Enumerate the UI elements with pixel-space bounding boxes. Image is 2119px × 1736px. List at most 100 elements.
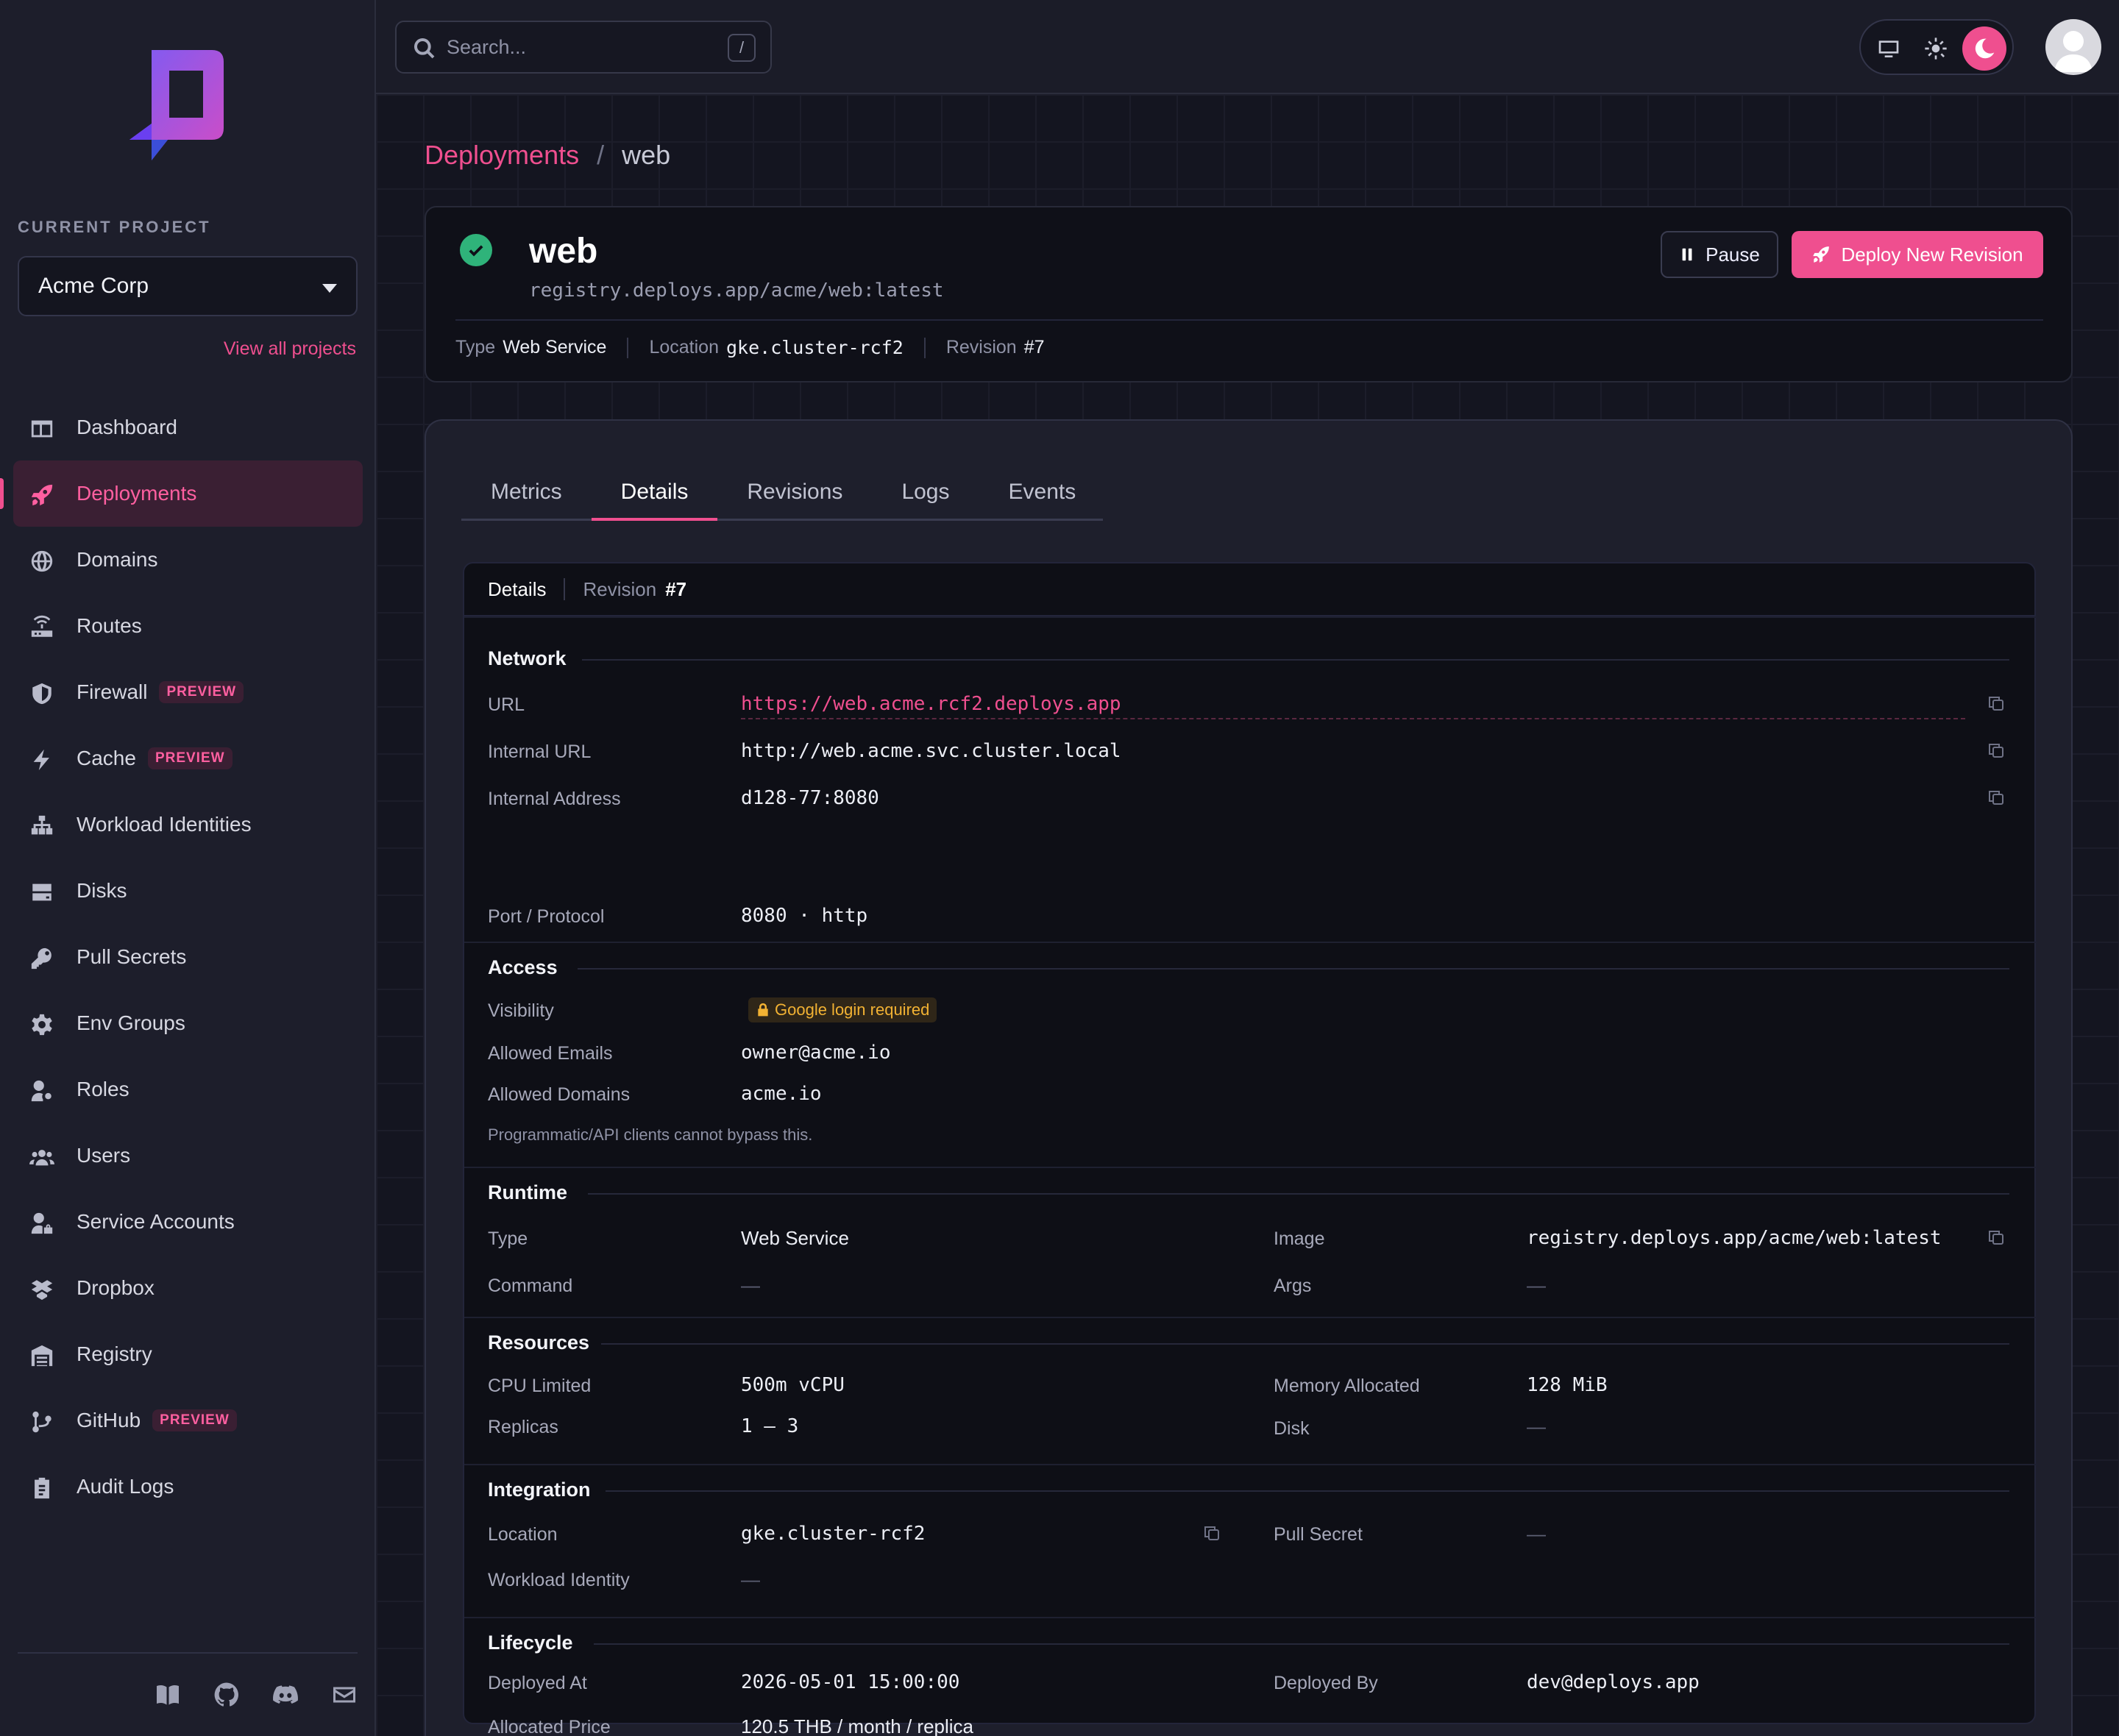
sidebar-item-cache[interactable]: Cache PREVIEW xyxy=(0,725,376,791)
internal-address-label: Internal Address xyxy=(488,789,621,809)
sidebar-item-disks[interactable]: Disks xyxy=(0,858,376,924)
integration-section: Integration Location gke.cluster-rcf2 Pu… xyxy=(464,1464,2037,1617)
revision-label: Revision xyxy=(583,577,657,600)
sidebar-item-firewall[interactable]: Firewall PREVIEW xyxy=(0,659,376,725)
tab-metrics[interactable]: Metrics xyxy=(461,465,592,519)
branch-icon xyxy=(32,1411,52,1433)
sidebar-item-label: Domains xyxy=(77,548,158,571)
sidebar-item-pull-secrets[interactable]: Pull Secrets xyxy=(0,924,376,990)
url-link[interactable]: https://web.acme.rcf2.deploys.app xyxy=(741,693,1121,715)
disk-label: Disk xyxy=(1274,1418,1310,1439)
meta-revision-value: #7 xyxy=(1023,337,1045,357)
dashboard-icon xyxy=(31,420,53,438)
workload-identity-value: — xyxy=(741,1568,760,1590)
discord-icon[interactable] xyxy=(272,1682,299,1708)
pull-secret-label: Pull Secret xyxy=(1274,1524,1363,1545)
shield-icon xyxy=(32,683,52,705)
sidebar-item-label: GitHub xyxy=(77,1409,141,1431)
visibility-value: Google login required xyxy=(775,1000,930,1019)
sidebar-item-audit-logs[interactable]: Audit Logs xyxy=(0,1454,376,1520)
section-rule xyxy=(594,1643,2009,1645)
sidebar-item-dropbox[interactable]: Dropbox xyxy=(0,1255,376,1321)
deploy-label: Deploy New Revision xyxy=(1841,243,2023,266)
search-input[interactable]: Search... / xyxy=(395,21,772,74)
tab-bar: Metrics Details Revisions Logs Events xyxy=(461,465,1103,521)
tab-details[interactable]: Details xyxy=(591,465,718,521)
deployment-detail-card: Metrics Details Revisions Logs Events De… xyxy=(425,419,2073,1736)
port-label: Port / Protocol xyxy=(488,906,605,927)
cpu-value: 500m vCPU xyxy=(741,1374,845,1396)
section-title: Runtime xyxy=(488,1181,567,1203)
section-rule xyxy=(582,659,2009,661)
sidebar-item-github[interactable]: GitHub PREVIEW xyxy=(0,1387,376,1454)
sidebar-item-deployments[interactable]: Deployments xyxy=(0,460,363,527)
deployed-at-label: Deployed At xyxy=(488,1673,587,1693)
search-placeholder: Search... xyxy=(447,35,527,58)
sidebar: CURRENT PROJECT Acme Corp View all proje… xyxy=(0,0,376,1736)
users-icon xyxy=(29,1150,54,1166)
caret-down-icon xyxy=(322,284,337,293)
workload-identity-label: Workload Identity xyxy=(488,1570,630,1590)
tab-logs[interactable]: Logs xyxy=(872,465,979,519)
moon-icon xyxy=(1975,38,1995,59)
book-icon[interactable] xyxy=(155,1682,181,1708)
sidebar-item-env-groups[interactable]: Env Groups xyxy=(0,990,376,1056)
theme-light-button[interactable] xyxy=(1914,26,1958,71)
sidebar-item-workload-identities[interactable]: Workload Identities xyxy=(0,791,376,858)
project-name: Acme Corp xyxy=(38,274,149,298)
sidebar-item-domains[interactable]: Domains xyxy=(0,527,376,593)
sidebar-item-label: Users xyxy=(77,1144,131,1167)
view-all-projects-link[interactable]: View all projects xyxy=(224,338,356,360)
pause-button[interactable]: Pause xyxy=(1661,231,1778,278)
sidebar-item-users[interactable]: Users xyxy=(0,1123,376,1189)
sidebar-item-roles[interactable]: Roles xyxy=(0,1056,376,1123)
monitor-icon xyxy=(1878,40,1899,57)
section-title: Resources xyxy=(488,1331,590,1353)
sidebar-item-registry[interactable]: Registry xyxy=(0,1321,376,1387)
topbar: Search... / xyxy=(376,0,2119,94)
tab-events[interactable]: Events xyxy=(979,465,1106,519)
theme-system-button[interactable] xyxy=(1867,26,1911,71)
allocated-price-label: Allocated Price xyxy=(488,1717,611,1736)
user-avatar-icon xyxy=(2054,31,2093,72)
sidebar-item-label: Deployments xyxy=(77,482,197,505)
runtime-command-value: — xyxy=(741,1274,760,1296)
network-section: Network URL https://web.acme.rcf2.deploy… xyxy=(464,616,2037,809)
cpu-label: CPU Limited xyxy=(488,1376,592,1396)
section-title: Integration xyxy=(488,1479,591,1501)
theme-toggle xyxy=(1859,19,2014,75)
sidebar-item-dashboard[interactable]: Dashboard xyxy=(0,394,376,460)
runtime-args-label: Args xyxy=(1274,1276,1312,1296)
copy-image-icon[interactable] xyxy=(1987,1228,2005,1246)
app-logo[interactable] xyxy=(129,47,227,165)
avatar[interactable] xyxy=(2045,19,2101,75)
github-icon[interactable] xyxy=(213,1682,240,1708)
meta-location-label: Location xyxy=(649,337,719,357)
replicas-label: Replicas xyxy=(488,1417,558,1437)
copy-url-icon[interactable] xyxy=(1987,694,2005,712)
copy-internal-url-icon[interactable] xyxy=(1987,741,2005,759)
deployment-name: web xyxy=(529,232,598,271)
copy-internal-address-icon[interactable] xyxy=(1987,789,2005,806)
tab-revisions[interactable]: Revisions xyxy=(717,465,872,519)
allowed-domains-label: Allowed Domains xyxy=(488,1084,631,1105)
mail-icon[interactable] xyxy=(331,1682,358,1708)
sidebar-item-routes[interactable]: Routes xyxy=(0,593,376,659)
copy-location-icon[interactable] xyxy=(1203,1524,1221,1542)
internal-address-value: d128-77:8080 xyxy=(741,787,879,809)
theme-dark-button[interactable] xyxy=(1962,26,2006,71)
deploy-new-revision-button[interactable]: Deploy New Revision xyxy=(1792,231,2043,278)
lock-icon xyxy=(758,1003,768,1017)
section-rule xyxy=(588,1193,2009,1195)
section-rule xyxy=(606,1490,2009,1492)
lifecycle-section: Lifecycle Deployed At 2026-05-01 15:00:0… xyxy=(464,1617,2037,1736)
search-shortcut-key: / xyxy=(728,34,756,62)
sidebar-item-label: Audit Logs xyxy=(77,1475,174,1498)
project-select[interactable]: Acme Corp xyxy=(18,256,358,316)
deployment-meta: Type Web Service Location gke.cluster-rc… xyxy=(455,337,1045,358)
pause-label: Pause xyxy=(1706,243,1760,266)
sidebar-item-service-accounts[interactable]: Service Accounts xyxy=(0,1189,376,1255)
sitemap-icon xyxy=(31,815,53,835)
breadcrumb-deployments-link[interactable]: Deployments xyxy=(425,140,579,171)
header-divider xyxy=(564,578,566,600)
